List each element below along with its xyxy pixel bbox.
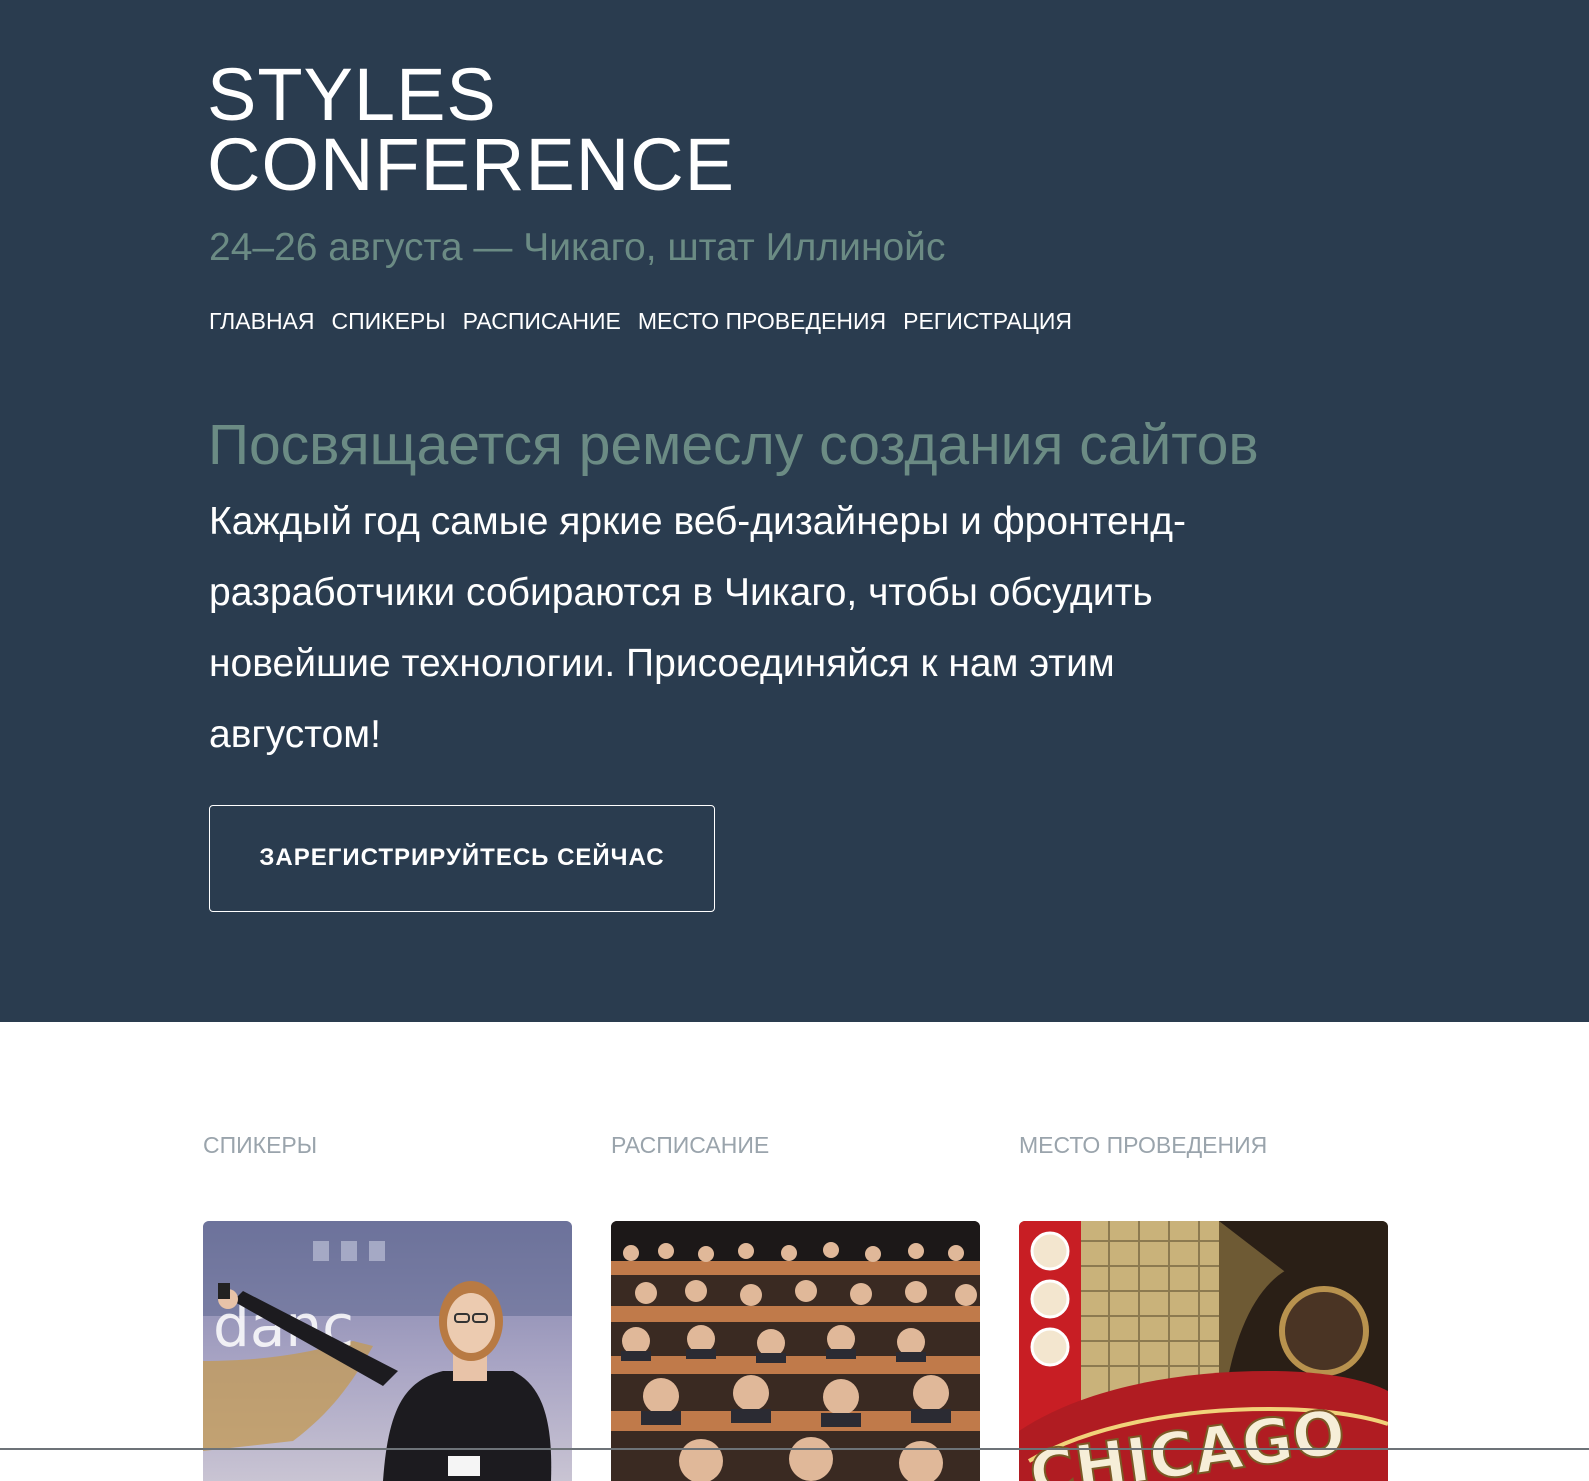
nav-link-schedule[interactable]: РАСПИСАНИЕ xyxy=(463,308,621,334)
speaker-photo[interactable]: danc xyxy=(203,1221,572,1481)
feature-speakers-link[interactable]: СПИКЕРЫ xyxy=(203,1130,572,1160)
hero-description: Каждый год самые яркие веб-дизайнеры и ф… xyxy=(209,500,1186,756)
event-tagline: 24–26 августа — Чикаго, штат Иллинойс xyxy=(209,226,946,269)
feature-speakers: СПИКЕРЫ danc xyxy=(203,1130,572,1481)
feature-venue: МЕСТО ПРОВЕДЕНИЯ CHICAGO xyxy=(1019,1130,1388,1481)
feature-schedule-link[interactable]: РАСПИСАНИЕ xyxy=(611,1130,980,1160)
venue-image: CHICAGO xyxy=(1019,1221,1388,1481)
features-section: СПИКЕРЫ danc xyxy=(0,1022,1589,1481)
nav-list: ГЛАВНАЯ СПИКЕРЫ РАСПИСАНИЕ МЕСТО ПРОВЕДЕ… xyxy=(209,306,1072,336)
hero-heading: Посвящается ремеслу создания сайтов xyxy=(208,413,1259,477)
nav-link-venue[interactable]: МЕСТО ПРОВЕДЕНИЯ xyxy=(638,308,886,334)
nav-item-register: РЕГИСТРАЦИЯ xyxy=(903,306,1072,336)
audience-image xyxy=(611,1221,980,1481)
speaker-image: danc xyxy=(203,1221,572,1481)
nav-link-speakers[interactable]: СПИКЕРЫ xyxy=(332,308,446,334)
site-logo[interactable]: STYLES CONFERENCE xyxy=(207,53,736,206)
nav-link-register[interactable]: РЕГИСТРАЦИЯ xyxy=(903,308,1072,334)
chicago-theatre-photo[interactable]: CHICAGO xyxy=(1019,1221,1388,1481)
feature-venue-link[interactable]: МЕСТО ПРОВЕДЕНИЯ xyxy=(1019,1130,1388,1160)
nav-item-schedule: РАСПИСАНИЕ xyxy=(463,306,621,336)
hero-section: STYLES CONFERENCE 24–26 августа — Чикаго… xyxy=(0,0,1589,1022)
logo-line-2: CONFERENCE xyxy=(207,123,736,206)
nav-link-home[interactable]: ГЛАВНАЯ xyxy=(209,308,315,334)
audience-photo[interactable] xyxy=(611,1221,980,1481)
register-now-button[interactable]: ЗАРЕГИСТРИРУЙТЕСЬ СЕЙЧАС xyxy=(209,805,715,912)
nav-item-venue: МЕСТО ПРОВЕДЕНИЯ xyxy=(638,306,886,336)
feature-schedule: РАСПИСАНИЕ xyxy=(611,1130,980,1481)
nav-item-speakers: СПИКЕРЫ xyxy=(332,306,446,336)
logo-line-1: STYLES xyxy=(207,53,497,136)
nav-item-home: ГЛАВНАЯ xyxy=(209,306,315,336)
